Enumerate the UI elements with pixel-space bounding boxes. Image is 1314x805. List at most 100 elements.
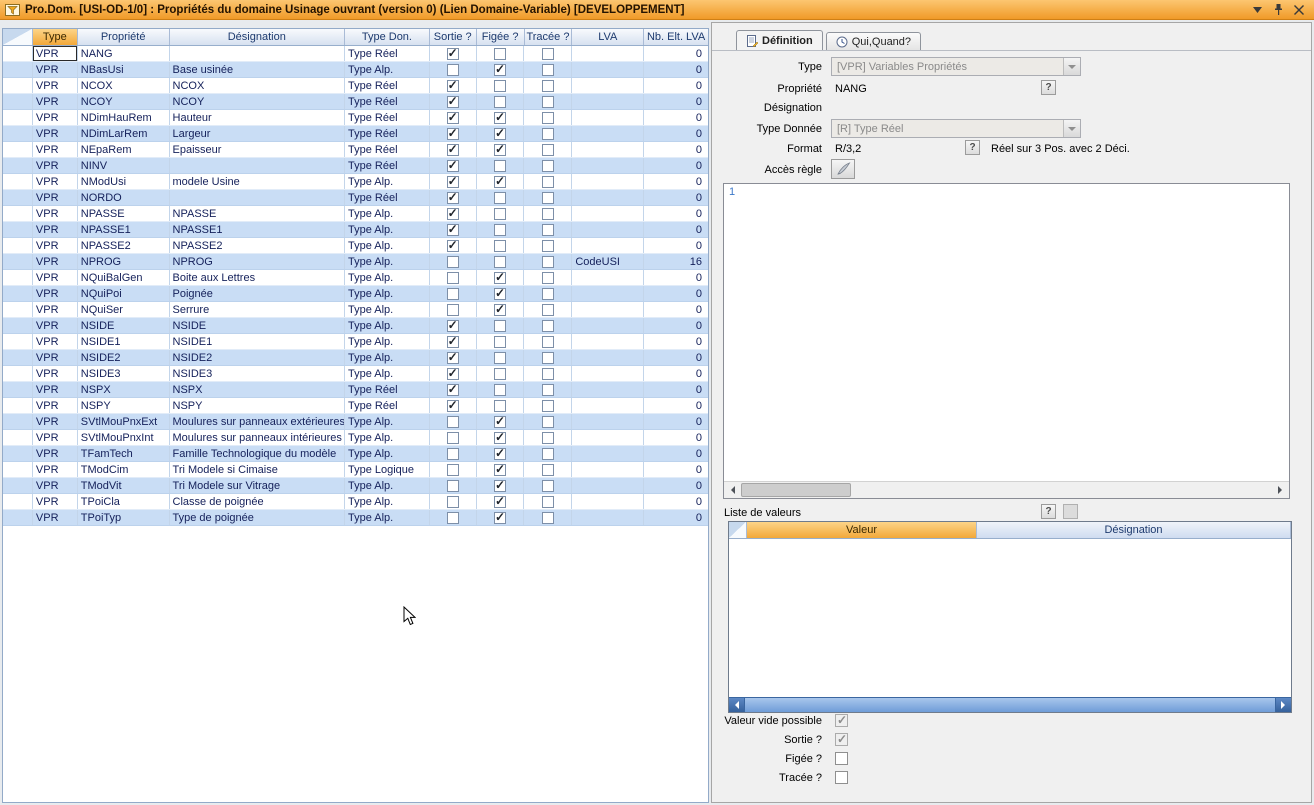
cell-sortie[interactable] xyxy=(430,366,477,381)
sortie-checkbox[interactable] xyxy=(447,240,459,252)
cell-lva[interactable] xyxy=(572,510,644,525)
scroll-track[interactable] xyxy=(741,482,1272,498)
cell-designation[interactable] xyxy=(170,190,345,205)
cell-propriete[interactable]: NSIDE2 xyxy=(78,350,170,365)
table-row[interactable]: VPRNEpaRemEpaisseurType Réel0 xyxy=(3,142,708,158)
cell-sortie[interactable] xyxy=(430,414,477,429)
cell-designation[interactable]: NSIDE3 xyxy=(170,366,345,381)
tracee-checkbox[interactable] xyxy=(542,448,554,460)
cell-lva[interactable] xyxy=(572,270,644,285)
cell-sortie[interactable] xyxy=(430,334,477,349)
cell-sortie[interactable] xyxy=(430,62,477,77)
tracee-checkbox[interactable] xyxy=(542,416,554,428)
cell-figee[interactable] xyxy=(477,446,525,461)
tracee-checkbox[interactable] xyxy=(542,80,554,92)
cell-type[interactable]: VPR xyxy=(33,270,78,285)
cell-type[interactable]: VPR xyxy=(33,254,78,269)
column-header-5[interactable]: Figée ? xyxy=(477,29,525,45)
cell-propriete[interactable]: SVtlMouPnxInt xyxy=(78,430,170,445)
cell-lva[interactable] xyxy=(572,478,644,493)
figee-checkbox[interactable] xyxy=(835,752,848,765)
table-row[interactable]: VPRNSIDE2NSIDE2Type Alp.0 xyxy=(3,350,708,366)
cell-nb-elt-lva[interactable]: 0 xyxy=(644,494,708,509)
cell-tracee[interactable] xyxy=(524,430,572,445)
cell-lva[interactable] xyxy=(572,142,644,157)
cell-type-don[interactable]: Type Alp. xyxy=(345,174,430,189)
figee-checkbox[interactable] xyxy=(494,352,506,364)
cell-propriete[interactable]: NSPY xyxy=(78,398,170,413)
tracee-checkbox[interactable] xyxy=(542,256,554,268)
cell-nb-elt-lva[interactable]: 0 xyxy=(644,462,708,477)
table-row[interactable]: VPRNDimLarRemLargeurType Réel0 xyxy=(3,126,708,142)
row-selector[interactable] xyxy=(3,174,33,189)
cell-figee[interactable] xyxy=(477,62,525,77)
tracee-checkbox[interactable] xyxy=(542,96,554,108)
cell-sortie[interactable] xyxy=(430,270,477,285)
tracee-checkbox[interactable] xyxy=(542,128,554,140)
figee-checkbox[interactable] xyxy=(494,128,506,140)
column-header-4[interactable]: Sortie ? xyxy=(430,29,477,45)
cell-lva[interactable] xyxy=(572,206,644,221)
tracee-checkbox[interactable] xyxy=(542,224,554,236)
cell-type-don[interactable]: Type Réel xyxy=(345,142,430,157)
cell-type-don[interactable]: Type Réel xyxy=(345,94,430,109)
cell-designation[interactable]: NPASSE xyxy=(170,206,345,221)
cell-type-don[interactable]: Type Réel xyxy=(345,110,430,125)
sortie-checkbox[interactable] xyxy=(447,512,459,524)
sortie-checkbox[interactable] xyxy=(447,368,459,380)
cell-lva[interactable] xyxy=(572,398,644,413)
cell-lva[interactable] xyxy=(572,190,644,205)
cell-designation[interactable]: Classe de poignée xyxy=(170,494,345,509)
cell-type-don[interactable]: Type Alp. xyxy=(345,286,430,301)
cell-type-don[interactable]: Type Alp. xyxy=(345,270,430,285)
figee-checkbox[interactable] xyxy=(494,192,506,204)
cell-tracee[interactable] xyxy=(524,334,572,349)
cell-designation[interactable]: NPASSE1 xyxy=(170,222,345,237)
table-row[interactable]: VPRNSIDE1NSIDE1Type Alp.0 xyxy=(3,334,708,350)
values-column-valeur[interactable]: Valeur xyxy=(747,522,977,538)
tracee-checkbox[interactable] xyxy=(542,64,554,76)
values-scroll-left-button[interactable] xyxy=(729,698,744,712)
cell-propriete[interactable]: NORDO xyxy=(78,190,170,205)
cell-lva[interactable] xyxy=(572,158,644,173)
row-selector[interactable] xyxy=(3,286,33,301)
cell-nb-elt-lva[interactable]: 0 xyxy=(644,366,708,381)
cell-designation[interactable]: Tri Modele sur Vitrage xyxy=(170,478,345,493)
tracee-checkbox[interactable] xyxy=(542,320,554,332)
cell-type-don[interactable]: Type Alp. xyxy=(345,430,430,445)
rule-editor-text-area[interactable]: 1 xyxy=(724,184,1289,481)
sortie-checkbox[interactable] xyxy=(447,224,459,236)
cell-designation[interactable]: Moulures sur panneaux intérieures xyxy=(170,430,345,445)
cell-lva[interactable] xyxy=(572,238,644,253)
values-scroll-thumb[interactable] xyxy=(744,698,1276,712)
figee-checkbox[interactable] xyxy=(494,80,506,92)
cell-figee[interactable] xyxy=(477,462,525,477)
tracee-checkbox[interactable] xyxy=(542,400,554,412)
sortie-checkbox[interactable] xyxy=(447,128,459,140)
cell-nb-elt-lva[interactable]: 0 xyxy=(644,302,708,317)
sortie-checkbox[interactable] xyxy=(447,432,459,444)
cell-sortie[interactable] xyxy=(430,398,477,413)
cell-tracee[interactable] xyxy=(524,270,572,285)
cell-nb-elt-lva[interactable]: 0 xyxy=(644,206,708,221)
row-selector[interactable] xyxy=(3,190,33,205)
cell-propriete[interactable]: TPoiTyp xyxy=(78,510,170,525)
row-selector[interactable] xyxy=(3,350,33,365)
cell-lva[interactable]: CodeUSI xyxy=(572,254,644,269)
table-row[interactable]: VPRNSIDE3NSIDE3Type Alp.0 xyxy=(3,366,708,382)
cell-sortie[interactable] xyxy=(430,142,477,157)
cell-figee[interactable] xyxy=(477,430,525,445)
cell-type-don[interactable]: Type Réel xyxy=(345,382,430,397)
cell-designation[interactable]: Largeur xyxy=(170,126,345,141)
figee-checkbox[interactable] xyxy=(494,176,506,188)
cell-type[interactable]: VPR xyxy=(33,78,78,93)
cell-lva[interactable] xyxy=(572,126,644,141)
values-select-all-header[interactable] xyxy=(729,522,747,538)
cell-propriete[interactable]: SVtlMouPnxExt xyxy=(78,414,170,429)
tracee-checkbox[interactable] xyxy=(835,771,848,784)
cell-propriete[interactable]: NPASSE1 xyxy=(78,222,170,237)
cell-figee[interactable] xyxy=(477,206,525,221)
cell-tracee[interactable] xyxy=(524,398,572,413)
cell-nb-elt-lva[interactable]: 0 xyxy=(644,270,708,285)
figee-checkbox[interactable] xyxy=(494,512,506,524)
